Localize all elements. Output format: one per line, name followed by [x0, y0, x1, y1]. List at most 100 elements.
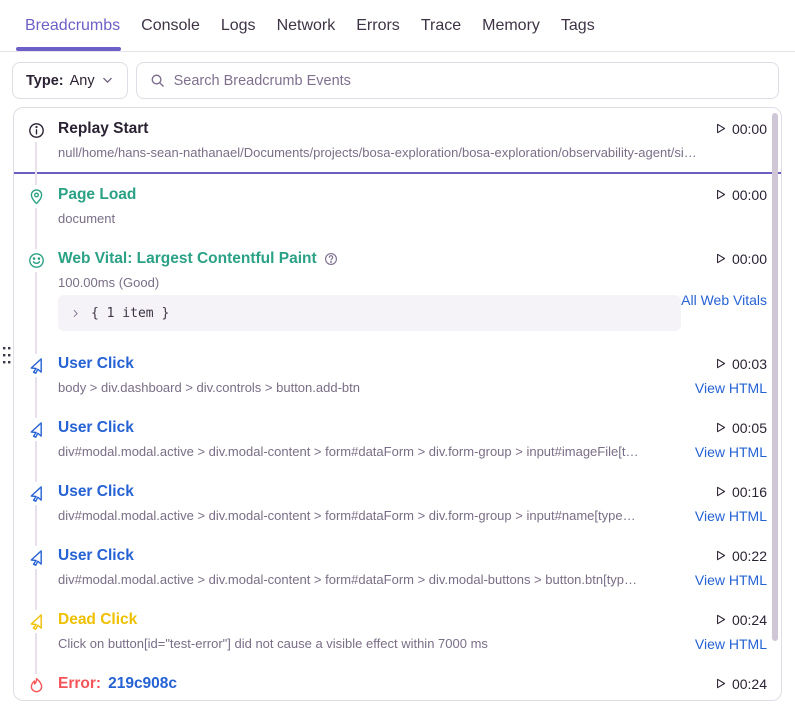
breadcrumb-content: Web Vital: Largest Contentful Paint100.0…: [58, 249, 681, 332]
help-icon[interactable]: [324, 252, 338, 266]
breadcrumb-title: User Click: [58, 483, 134, 501]
breadcrumb-icon-cell: [14, 249, 58, 332]
tab-memory[interactable]: Memory: [482, 0, 540, 51]
tab-tags[interactable]: Tags: [561, 0, 595, 51]
fire-icon: [28, 674, 45, 697]
timestamp-button[interactable]: 00:00: [714, 119, 767, 138]
error-id-link[interactable]: 219c908c: [108, 675, 177, 693]
cursor-icon: [28, 418, 45, 441]
breadcrumb-description: body > div.dashboard > div.controls > bu…: [58, 380, 695, 396]
timestamp-value: 00:05: [732, 420, 767, 436]
tab-bar: Breadcrumbs Console Logs Network Errors Trace…: [0, 0, 795, 52]
view-html-link[interactable]: View HTML: [695, 572, 767, 588]
breadcrumb-description: document: [58, 211, 714, 227]
timestamp-button[interactable]: 00:24: [714, 610, 767, 629]
breadcrumb-title: Replay Start: [58, 120, 148, 138]
tab-network[interactable]: Network: [277, 0, 336, 51]
breadcrumb-description: Click on button[id="test-error"] did not…: [58, 636, 695, 652]
play-icon: [714, 549, 727, 562]
play-icon: [714, 677, 727, 690]
search-box[interactable]: [136, 62, 779, 99]
happy-face-icon: [28, 249, 45, 272]
timestamp-button[interactable]: 00:22: [714, 546, 767, 565]
breadcrumb-icon-cell: [14, 119, 58, 161]
breadcrumb-item[interactable]: Web Vital: Largest Contentful Paint100.0…: [14, 238, 781, 343]
breadcrumb-item[interactable]: Error:219c908cError: This is a test erro…: [14, 663, 781, 701]
breadcrumb-description: div#modal.modal.active > div.modal-conte…: [58, 508, 695, 524]
tab-breadcrumbs[interactable]: Breadcrumbs: [25, 0, 120, 51]
type-filter-value: Any: [70, 73, 95, 89]
breadcrumb-title: Dead Click: [58, 611, 137, 629]
breadcrumb-icon-cell: [14, 546, 58, 588]
view-html-link[interactable]: View HTML: [695, 444, 767, 460]
play-icon: [714, 122, 727, 135]
breadcrumb-content: Page Load document: [58, 185, 714, 227]
play-icon: [714, 613, 727, 626]
breadcrumb-content: User Click div#modal.modal.active > div.m…: [58, 418, 695, 460]
breadcrumb-title-row: User Click: [58, 482, 695, 501]
breadcrumb-title-row: Page Load: [58, 185, 714, 204]
view-html-link[interactable]: View HTML: [695, 636, 767, 652]
breadcrumb-title: User Click: [58, 547, 134, 565]
type-filter-label: Type:: [26, 73, 64, 89]
breadcrumb-item[interactable]: User Clickbody > div.dashboard > div.con…: [14, 343, 781, 407]
breadcrumb-item[interactable]: User Click div#modal.modal.active > div.m…: [14, 535, 781, 599]
breadcrumb-description: div#modal.modal.active > div.modal-conte…: [58, 572, 695, 588]
play-icon: [714, 357, 727, 370]
breadcrumb-description: div#modal.modal.active > div.modal-conte…: [58, 444, 695, 460]
timestamp-button[interactable]: 00:24: [714, 674, 767, 693]
search-icon: [150, 73, 165, 88]
breadcrumb-item[interactable]: User Click div#modal.modal.active > div.m…: [14, 471, 781, 535]
tab-logs[interactable]: Logs: [221, 0, 256, 51]
breadcrumb-icon-cell: [14, 418, 58, 460]
breadcrumb-item[interactable]: Page Load document 00:00: [14, 174, 781, 238]
view-html-link[interactable]: View HTML: [695, 380, 767, 396]
tab-console[interactable]: Console: [141, 0, 200, 51]
play-icon: [714, 485, 727, 498]
breadcrumb-description: 100.00ms (Good): [58, 275, 681, 291]
timestamp-button[interactable]: 00:05: [714, 418, 767, 437]
breadcrumb-icon-cell: [14, 482, 58, 524]
breadcrumb-title-row: Error: 219c908c: [58, 674, 714, 693]
info-icon: [28, 119, 45, 142]
breadcrumb-icon-cell: [14, 354, 58, 396]
scrollbar-thumb[interactable]: [772, 113, 778, 641]
all-web-vitals-link[interactable]: All Web Vitals: [681, 292, 767, 308]
timestamp-value: 00:22: [732, 548, 767, 564]
chevron-down-icon: [101, 74, 114, 87]
breadcrumbs-panel: Replay Startnull/home/hans-sean-nathanae…: [13, 107, 782, 701]
type-filter-dropdown[interactable]: Type: Any: [12, 62, 128, 99]
location-pin-icon: [28, 185, 45, 208]
tab-trace[interactable]: Trace: [421, 0, 461, 51]
cursor-icon: [28, 354, 45, 377]
breadcrumb-right-column: 00:16 View HTML: [695, 482, 767, 524]
timestamp-button[interactable]: 00:00: [714, 249, 767, 268]
view-html-link[interactable]: View HTML: [695, 508, 767, 524]
code-preview-toggle[interactable]: { 1 item }: [58, 295, 681, 331]
search-input[interactable]: [174, 73, 765, 89]
timestamp-button[interactable]: 00:03: [714, 354, 767, 373]
breadcrumb-right-column: 00:05 View HTML: [695, 418, 767, 460]
breadcrumb-icon-cell: [14, 185, 58, 227]
timestamp-button[interactable]: 00:16: [714, 482, 767, 501]
breadcrumb-item[interactable]: User Click div#modal.modal.active > div.m…: [14, 407, 781, 471]
breadcrumb-item[interactable]: Replay Startnull/home/hans-sean-nathanae…: [14, 108, 781, 172]
breadcrumb-title: User Click: [58, 419, 134, 437]
breadcrumb-right-column: 00:00: [714, 119, 767, 161]
breadcrumb-item[interactable]: Dead Click Click on button[id="test-error…: [14, 599, 781, 663]
breadcrumb-icon-cell: [14, 674, 58, 701]
tab-errors[interactable]: Errors: [356, 0, 400, 51]
breadcrumb-title-row: Replay Start: [58, 119, 714, 138]
drag-handle-icon[interactable]: [2, 346, 12, 366]
breadcrumb-right-column: 00:24 View HTML: [695, 610, 767, 652]
filter-row: Type: Any: [0, 52, 795, 99]
timestamp-value: 00:00: [732, 187, 767, 203]
breadcrumb-content: Replay Startnull/home/hans-sean-nathanae…: [58, 119, 714, 161]
breadcrumb-right-column: 00:03 View HTML: [695, 354, 767, 396]
breadcrumb-title: Error:: [58, 675, 101, 693]
play-icon: [714, 252, 727, 265]
cursor-icon: [28, 482, 45, 505]
play-icon: [714, 421, 727, 434]
timestamp-button[interactable]: 00:00: [714, 185, 767, 204]
code-preview-text: { 1 item }: [91, 306, 169, 321]
